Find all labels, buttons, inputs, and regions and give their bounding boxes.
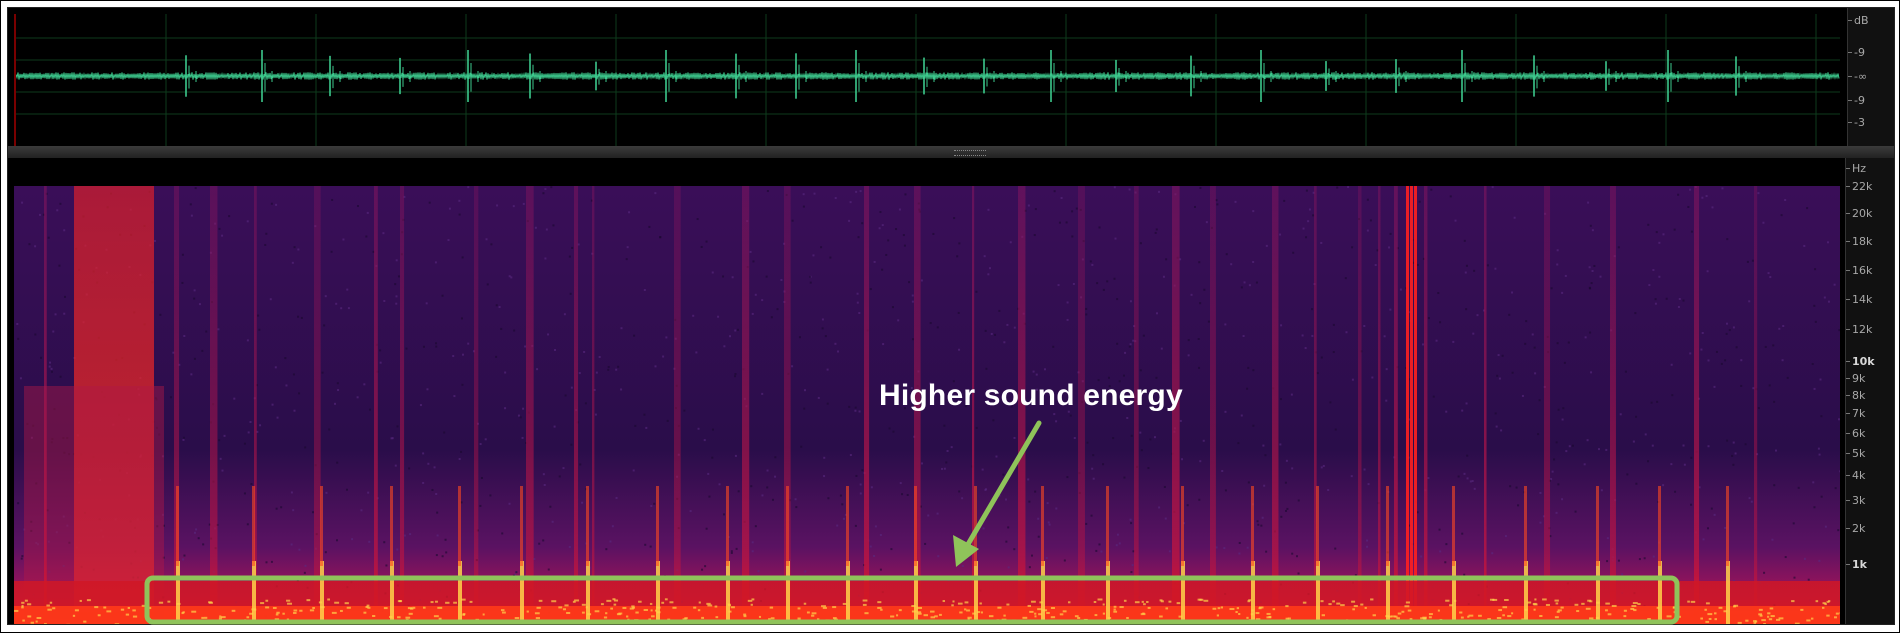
frequency-tick: 5k [1845,446,1866,460]
frequency-tick: 18k [1845,235,1873,249]
frequency-tick: 22k [1845,180,1873,193]
frequency-tick: 8k [1845,389,1866,403]
waveform-display[interactable] [14,14,1840,146]
frequency-tick: 12k [1845,323,1873,337]
frequency-tick: 6k [1845,426,1866,440]
waveform-panel: dB -9 -∞ -9 -3 [8,8,1894,146]
panel-splitter[interactable] [8,146,1894,158]
audio-editor: dB -9 -∞ -9 -3 Hz 22k 20k 18k 16k 14k 12k 10k 9… [7,7,1895,625]
frequency-tick: 2k [1845,522,1866,536]
waveform-plot [16,14,1840,146]
frequency-tick: 7k [1845,407,1866,421]
frequency-tick: 16k [1845,263,1873,277]
amplitude-unit-label: dB [1848,14,1869,27]
frequency-tick: 14k [1845,292,1873,306]
annotation-label: Higher sound energy [879,379,1183,412]
frequency-tick: 9k [1845,372,1866,386]
amplitude-tick: -9 [1848,94,1865,107]
frequency-tick: 1k [1846,558,1867,572]
frequency-tick: 10k [1846,355,1875,369]
waveform-grid [16,14,1840,146]
splitter-grip-icon[interactable] [954,150,986,156]
amplitude-tick: -∞ [1847,70,1868,83]
frequency-tick: 4k [1845,469,1866,482]
frequency-tick: 3k [1845,493,1866,507]
amplitude-tick: -3 [1848,116,1865,129]
amplitude-ruler[interactable]: dB -9 -∞ -9 -3 [1847,8,1894,146]
figure-frame: dB -9 -∞ -9 -3 Hz 22k 20k 18k 16k 14k 12k 10k 9… [0,0,1900,633]
frequency-ruler[interactable]: Hz 22k 20k 18k 16k 14k 12k 10k 9k 8k 7k 6k 5k 4k 3k 2k… [1845,158,1894,624]
frequency-tick: 20k [1845,207,1873,221]
amplitude-tick: -9 [1848,46,1865,59]
frequency-unit-label: Hz [1845,162,1867,175]
